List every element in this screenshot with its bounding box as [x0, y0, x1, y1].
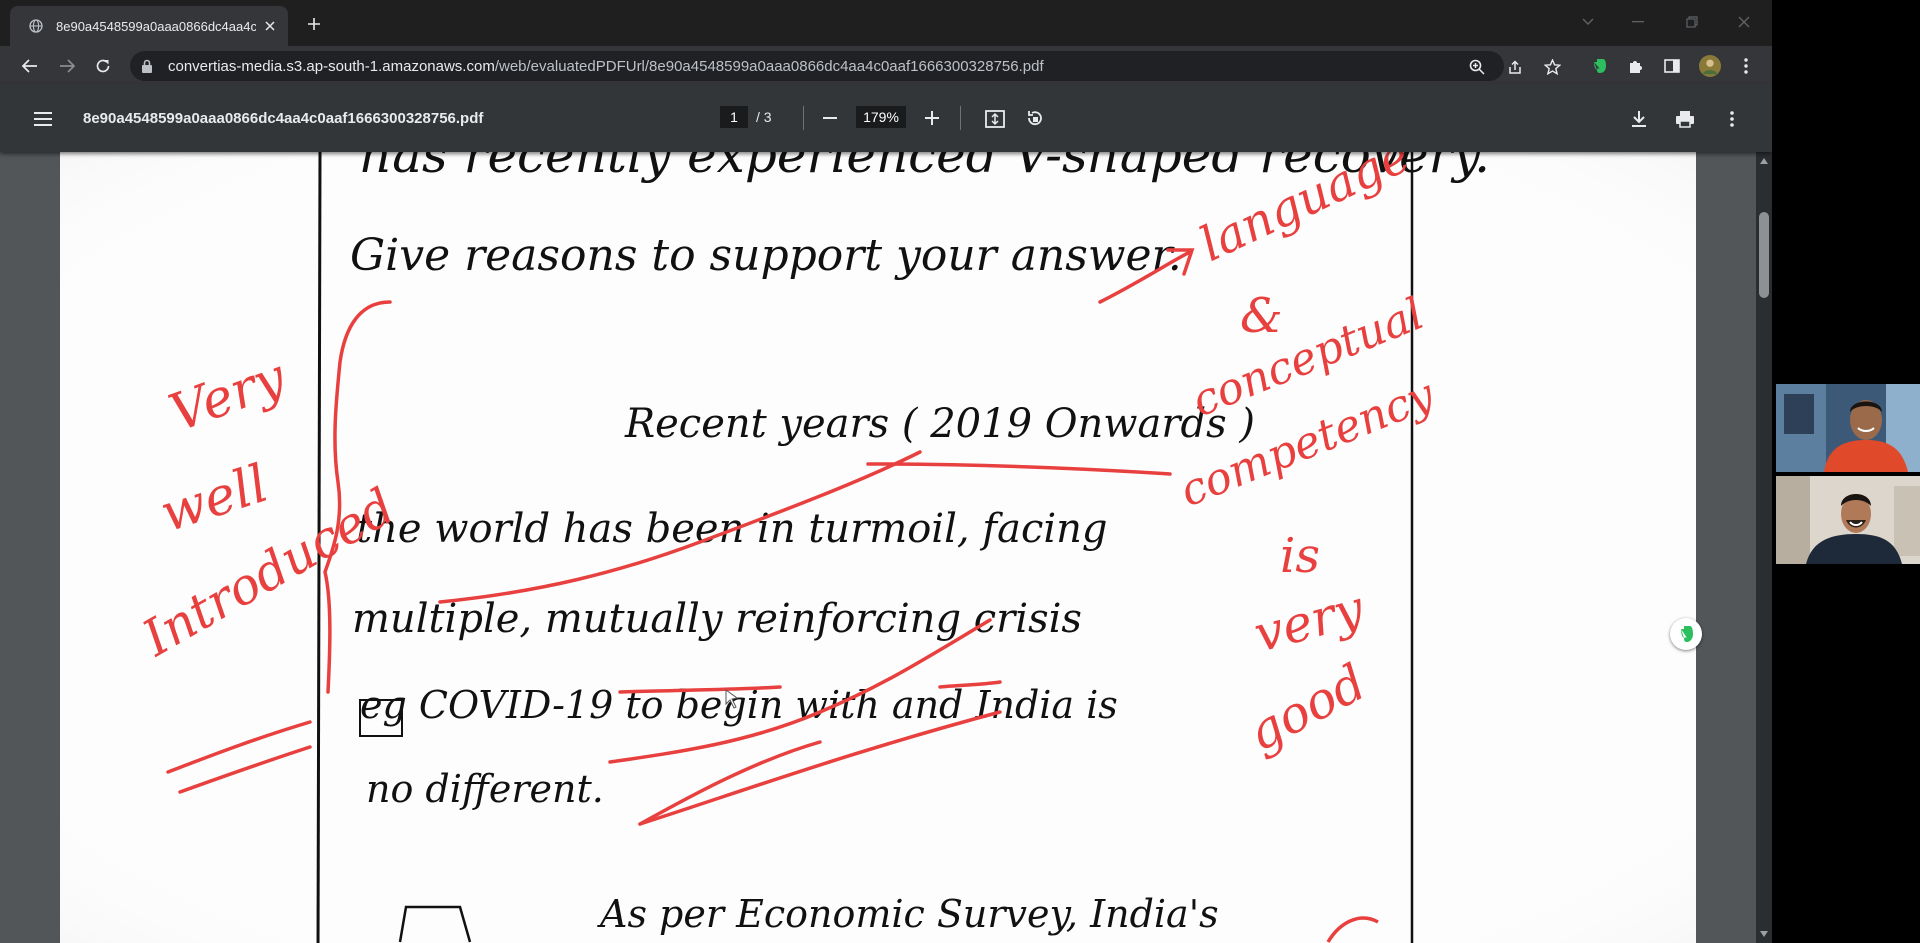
vertical-scrollbar[interactable]	[1756, 152, 1772, 943]
download-icon[interactable]	[1626, 106, 1652, 132]
print-icon[interactable]	[1672, 106, 1698, 132]
tab-search-icon[interactable]	[1573, 10, 1603, 34]
close-window-icon[interactable]	[1729, 10, 1759, 34]
margin-note: &	[1240, 288, 1283, 344]
video-participant-tile	[1776, 476, 1920, 564]
share-icon[interactable]	[1506, 58, 1524, 76]
pdf-toolbar: 8e90a4548599a0aaa0866dc4aa4c0aaf16663003…	[0, 84, 1772, 152]
side-panel-icon[interactable]	[1661, 55, 1683, 77]
hamburger-menu-icon[interactable]	[30, 106, 56, 132]
minimize-icon[interactable]	[1623, 10, 1653, 34]
lock-icon[interactable]	[140, 58, 156, 74]
restore-icon[interactable]	[1677, 10, 1707, 34]
zoom-magnifier-icon[interactable]	[1468, 58, 1486, 76]
answer-line: As per Economic Survey, India's	[597, 892, 1219, 936]
participant-video-feed	[1776, 476, 1920, 564]
toolbar-divider	[960, 106, 961, 130]
more-options-icon[interactable]	[1719, 106, 1745, 132]
back-arrow-icon[interactable]	[17, 53, 43, 79]
page-number-input[interactable]: 1	[720, 106, 748, 128]
zoom-level-input[interactable]: 179%	[856, 106, 906, 128]
rotate-icon[interactable]	[1022, 106, 1048, 132]
puzzle-extensions-icon[interactable]	[1624, 55, 1646, 77]
toolbar-divider	[803, 106, 804, 130]
close-tab-icon[interactable]	[262, 18, 278, 34]
url-text: convertias-media.s3.ap-south-1.amazonaws…	[168, 58, 1044, 75]
pdf-viewer[interactable]: has recently experienced V-shaped recove…	[0, 152, 1756, 943]
scroll-up-arrow-icon[interactable]	[1756, 154, 1772, 168]
scroll-down-arrow-icon[interactable]	[1756, 927, 1772, 941]
answer-line: Give reasons to support your answer.	[350, 230, 1182, 281]
globe-icon	[28, 18, 44, 34]
fit-to-page-icon[interactable]	[982, 106, 1008, 132]
pdf-page: has recently experienced V-shaped recove…	[60, 152, 1696, 943]
evernote-floating-button[interactable]	[1670, 618, 1702, 650]
tab-strip: 8e90a4548599a0aaa0866dc4aa4c0aaf16663003…	[0, 0, 1772, 46]
browser-toolbar: convertias-media.s3.ap-south-1.amazonaws…	[0, 46, 1772, 84]
zoom-in-icon[interactable]	[920, 106, 944, 130]
zoom-out-icon[interactable]	[818, 106, 842, 130]
video-participant-tile	[1776, 384, 1920, 472]
scrollbar-thumb[interactable]	[1759, 212, 1769, 298]
page-total: / 3	[756, 109, 772, 125]
answer-heading: Recent years ( 2019 Onwards )	[624, 401, 1255, 447]
address-bar[interactable]: convertias-media.s3.ap-south-1.amazonaws…	[130, 51, 1561, 81]
participant-video-feed	[1776, 384, 1920, 472]
pdf-filename: 8e90a4548599a0aaa0866dc4aa4c0aaf16663003…	[83, 110, 484, 127]
kebab-menu-icon[interactable]	[1735, 55, 1757, 77]
answer-line: no different.	[366, 767, 604, 811]
profile-avatar-icon[interactable]	[1699, 55, 1721, 77]
reload-icon[interactable]	[90, 53, 116, 79]
margin-note: is	[1280, 528, 1320, 584]
browser-window: 8e90a4548599a0aaa0866dc4aa4c0aaf16663003…	[0, 0, 1772, 943]
forward-arrow-icon[interactable]	[54, 53, 80, 79]
bookmark-star-icon[interactable]	[1543, 58, 1561, 76]
new-tab-icon[interactable]	[302, 12, 326, 36]
browser-tab[interactable]: 8e90a4548599a0aaa0866dc4aa4c0aaf16663003…	[10, 6, 288, 46]
tab-title: 8e90a4548599a0aaa0866dc4aa4c0aaf16663003…	[56, 18, 256, 34]
answer-line: multiple, mutually reinforcing crisis	[352, 596, 1082, 642]
answer-sheet-scan: has recently experienced V-shaped recove…	[60, 152, 1696, 943]
evernote-extension-icon[interactable]	[1588, 55, 1610, 77]
